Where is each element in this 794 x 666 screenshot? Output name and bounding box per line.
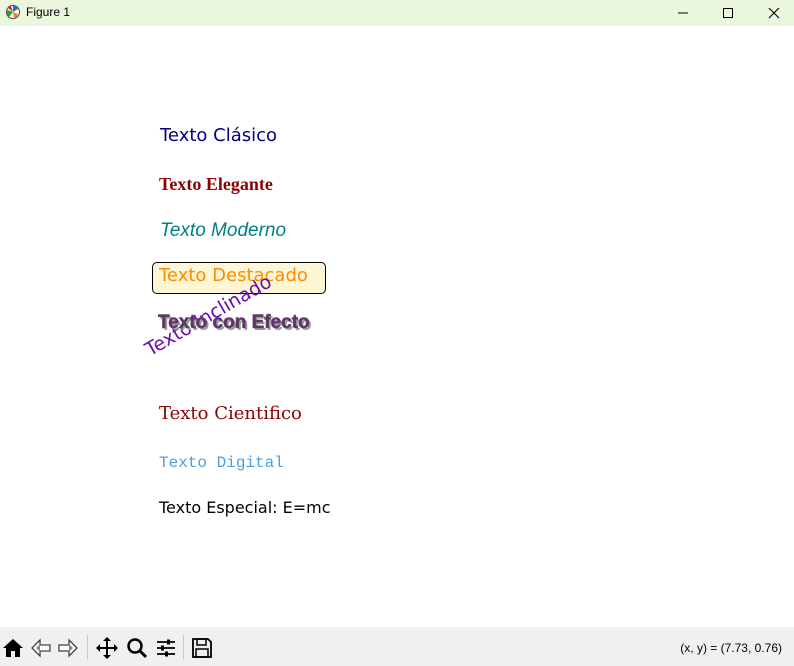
home-button[interactable] bbox=[0, 635, 26, 661]
figure-window: Figure 1 Texto Clásico Texto Elegante Te… bbox=[0, 0, 794, 666]
save-icon bbox=[192, 638, 212, 658]
text-especial: Texto Especial: E=mc bbox=[159, 498, 331, 517]
figure-canvas[interactable]: Texto Clásico Texto Elegante Texto Moder… bbox=[0, 26, 794, 627]
configure-subplots-button[interactable] bbox=[153, 635, 179, 661]
maximize-icon bbox=[723, 8, 733, 18]
coordinate-readout: (x, y) = (7.73, 0.76) bbox=[680, 641, 782, 655]
configure-subplots-icon bbox=[157, 639, 175, 657]
toolbar-separator bbox=[183, 635, 184, 659]
save-button[interactable] bbox=[189, 635, 215, 661]
text-clasico: Texto Clásico bbox=[160, 125, 278, 146]
close-button[interactable] bbox=[751, 0, 794, 26]
text-cientifico: Texto Cientifico bbox=[159, 403, 302, 424]
back-button[interactable] bbox=[28, 635, 54, 661]
minimize-icon bbox=[678, 12, 688, 14]
title-bar: Figure 1 bbox=[0, 0, 794, 26]
home-icon bbox=[3, 639, 23, 657]
close-icon bbox=[768, 7, 780, 19]
text-moderno: Texto Moderno bbox=[160, 220, 287, 241]
forward-button[interactable] bbox=[55, 635, 81, 661]
window-title: Figure 1 bbox=[26, 5, 71, 19]
forward-icon bbox=[58, 638, 78, 658]
maximize-button[interactable] bbox=[705, 0, 751, 26]
zoom-button[interactable] bbox=[124, 635, 150, 661]
pan-button[interactable] bbox=[94, 635, 120, 661]
minimize-button[interactable] bbox=[660, 0, 706, 26]
text-destacado: Texto Destacado bbox=[159, 265, 308, 286]
text-efecto: Texto con Efecto bbox=[158, 312, 310, 333]
toolbar-separator bbox=[87, 635, 88, 659]
matplotlib-app-icon bbox=[6, 5, 20, 19]
navigation-toolbar: (x, y) = (7.73, 0.76) bbox=[0, 627, 794, 666]
zoom-icon bbox=[127, 638, 148, 659]
pan-icon bbox=[96, 637, 118, 659]
back-icon bbox=[31, 638, 51, 658]
text-digital: Texto Digital bbox=[159, 454, 284, 472]
text-elegante: Texto Elegante bbox=[159, 174, 273, 194]
